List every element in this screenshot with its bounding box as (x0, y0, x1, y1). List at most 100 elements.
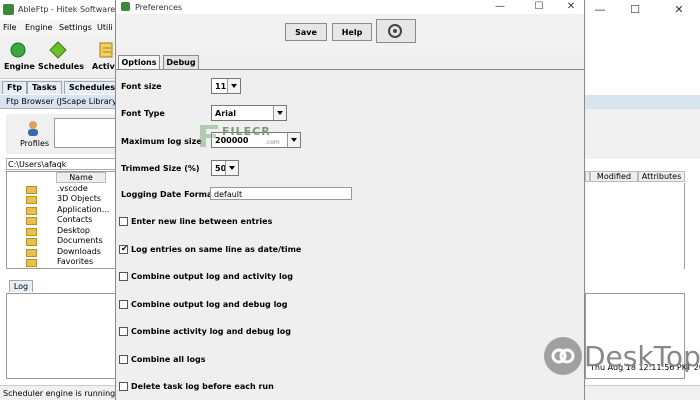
profiles-label[interactable]: Profiles (20, 139, 49, 148)
folder-icon (26, 217, 37, 225)
checkbox-label[interactable]: Combine all logs (131, 355, 205, 364)
help-button[interactable]: Help (332, 23, 372, 41)
checkbox-label[interactable]: Combine output log and debug log (131, 300, 288, 309)
options-panel (116, 69, 584, 400)
preferences-close-icon[interactable]: ✕ (561, 0, 581, 14)
preferences-title: Preferences (135, 3, 183, 12)
main-window-title: AbleFtp - Hitek Software (18, 5, 116, 14)
checkbox-label[interactable]: Delete task log before each run (131, 382, 274, 391)
table-row[interactable]: Contacts (26, 215, 106, 225)
file-name: 3D Objects (57, 194, 102, 203)
font-size-select[interactable]: 11 (211, 78, 241, 94)
ftp-browser-label: Ftp Browser (JScape Library (6, 97, 117, 106)
tab-schedules[interactable]: Schedules (64, 81, 120, 94)
tab-options[interactable]: Options (118, 55, 160, 69)
table-row[interactable]: Application... (26, 205, 110, 215)
target-icon-center (393, 29, 397, 33)
user-icon[interactable] (26, 120, 40, 136)
remote-file-table[interactable] (585, 183, 685, 269)
main-minimize-icon[interactable]: — (585, 0, 615, 20)
folder-icon (26, 207, 37, 215)
checkbox-combine-all-logs[interactable] (119, 355, 128, 364)
font-type-label: Font Type (121, 109, 165, 118)
table-row[interactable]: 3D Objects (26, 194, 106, 204)
preferences-logo-icon (121, 2, 130, 11)
chevron-down-icon[interactable] (273, 106, 286, 120)
checkbox-label[interactable]: Enter new line between entries (131, 217, 272, 226)
chevron-down-icon[interactable] (227, 79, 240, 93)
checkbox-label[interactable]: Log entries on same line as date/time (131, 245, 301, 254)
preferences-maximize-icon[interactable]: ☐ (529, 0, 549, 14)
table-row[interactable]: Documents (26, 236, 106, 246)
engine-icon[interactable] (9, 41, 27, 59)
ftp-browser-bar-right (585, 95, 700, 109)
menu-engine[interactable]: Engine (25, 23, 52, 32)
chevron-down-icon[interactable] (287, 133, 300, 147)
table-row[interactable]: .vscode (26, 184, 106, 194)
tab-tasks[interactable]: Tasks (27, 81, 62, 94)
checkbox-delete-task-log[interactable] (119, 382, 128, 391)
table-row[interactable]: Desktop (26, 226, 106, 236)
tab-log[interactable]: Log (9, 280, 33, 292)
checkbox-combine-output-debug[interactable] (119, 300, 128, 309)
checkbox-label[interactable]: Combine activity log and debug log (131, 327, 291, 336)
save-button[interactable]: Save (285, 23, 327, 41)
file-name: Desktop (57, 226, 90, 235)
table-row[interactable]: Downloads (26, 247, 106, 257)
app-logo-icon (3, 4, 14, 15)
folder-icon (26, 186, 37, 194)
folder-icon (26, 249, 37, 257)
table-row[interactable]: Favorites (26, 257, 106, 267)
remote-profile-area (585, 109, 700, 159)
column-header-modified[interactable]: Modified (590, 171, 638, 182)
trimmed-size-select[interactable]: 50 (211, 160, 239, 176)
menu-utilities[interactable]: Utili (97, 23, 113, 32)
checkbox-same-line-date-time[interactable]: ✔ (119, 244, 128, 254)
file-name: Application... (57, 205, 110, 214)
menu-settings[interactable]: Settings (59, 23, 92, 32)
file-name: .vscode (57, 184, 88, 193)
schedules-button-label[interactable]: Schedules (38, 62, 84, 71)
trimmed-size-label: Trimmed Size (%) (121, 164, 200, 173)
max-log-size-label: Maximum log size (121, 137, 202, 146)
engine-button-label[interactable]: Engine (4, 62, 35, 71)
tab-ftp[interactable]: Ftp (2, 81, 28, 94)
logging-date-format-input[interactable]: default (210, 187, 352, 200)
logging-date-format-label: Logging Date Format (121, 190, 217, 199)
desktop-watermark: DeskTop (584, 340, 700, 373)
font-size-value: 11 (215, 82, 227, 91)
font-type-value: Arial (215, 109, 237, 118)
chevron-down-icon[interactable] (225, 161, 238, 175)
font-type-select[interactable]: Arial (211, 105, 287, 121)
checkbox-new-line-between-entries[interactable] (119, 217, 128, 226)
file-name: Documents (57, 236, 103, 245)
column-header-name[interactable]: Name (56, 172, 106, 183)
schedules-icon[interactable] (49, 41, 67, 59)
activity-button-label[interactable]: Activi (92, 62, 117, 71)
folder-icon (26, 228, 37, 236)
checkbox-combine-activity-debug[interactable] (119, 327, 128, 336)
filecr-watermark-sub: .com (265, 139, 280, 146)
file-name: Favorites (57, 257, 94, 266)
checkbox-label[interactable]: Combine output log and activity log (131, 272, 293, 281)
profiles-list[interactable] (54, 118, 118, 148)
main-maximize-icon[interactable]: ☐ (620, 0, 650, 20)
tab-debug[interactable]: Debug (163, 55, 199, 69)
file-name: Contacts (57, 215, 93, 224)
menu-file[interactable]: File (3, 23, 16, 32)
folder-icon (26, 259, 37, 267)
log-area[interactable] (6, 293, 118, 379)
checkbox-combine-output-activity[interactable] (119, 272, 128, 281)
preferences-title-bar (116, 0, 584, 14)
filecr-watermark: FILECR (222, 125, 271, 138)
checkmark-icon: ✔ (121, 244, 128, 253)
activity-icon[interactable] (98, 41, 116, 59)
column-header-attributes[interactable]: Attributes (638, 171, 685, 182)
folder-icon (26, 238, 37, 246)
font-size-label: Font size (121, 82, 162, 91)
local-path-text: C:\Users\afaqk (8, 160, 67, 169)
logging-date-format-value: default (214, 190, 243, 199)
file-name: Downloads (57, 247, 101, 256)
preferences-minimize-icon[interactable]: — (490, 0, 510, 14)
main-close-icon[interactable]: ✕ (664, 0, 694, 20)
